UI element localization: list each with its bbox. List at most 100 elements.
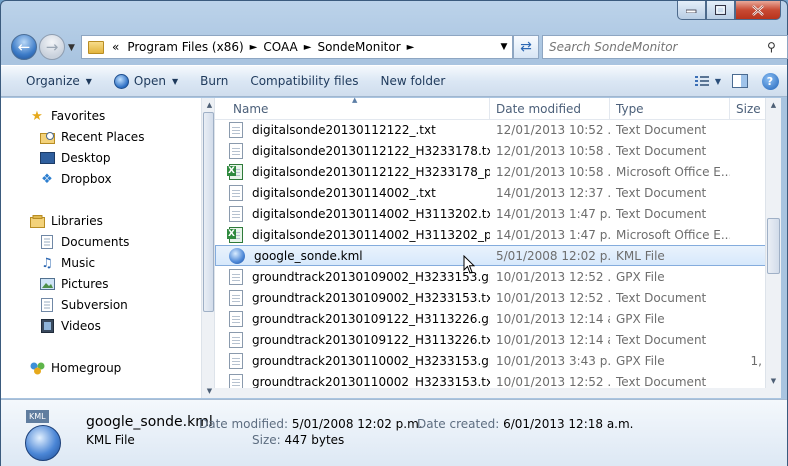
navigation-pane-scrollbar[interactable]: ▲ ▼ [201, 98, 214, 398]
back-button[interactable]: ← [11, 34, 37, 60]
column-header-type[interactable]: Type [610, 98, 730, 120]
nav-subversion-label: Subversion [61, 298, 128, 312]
nav-pictures[interactable]: Pictures [39, 274, 109, 294]
breadcrumb-separator-icon[interactable]: ► [248, 42, 260, 53]
scroll-down-icon[interactable]: ▼ [766, 377, 781, 385]
chevron-down-icon[interactable]: ▼ [172, 77, 178, 86]
file-date-modified-cell: 14/01/2013 1:47 p... [490, 207, 610, 221]
view-dropdown-icon[interactable]: ▼ [715, 77, 721, 86]
details-pane: KML google_sonde.kml KML File Date modif… [1, 399, 787, 466]
breadcrumb-sondemonitor[interactable]: SondeMonitor [313, 40, 404, 54]
file-row[interactable]: groundtrack20130109002_H3233153.txt 10/01… [215, 287, 766, 308]
file-row[interactable]: digitalsonde20130112122_H3233178_ptu....… [215, 161, 766, 182]
preview-pane-button[interactable] [729, 71, 751, 91]
details-date-modified-value[interactable]: 5/01/2008 12:02 p.m. [292, 417, 423, 431]
scroll-up-icon[interactable]: ▲ [766, 101, 781, 109]
column-header-type-label: Type [616, 102, 644, 116]
details-size-value: 447 bytes [284, 433, 345, 447]
details-filename: google_sonde.kml [86, 414, 213, 430]
navigation-pane: ★ Favorites Recent Places Desktop ❖ Drop… [1, 98, 201, 398]
column-header-name[interactable]: ▲ Name [215, 96, 490, 120]
file-name: digitalsonde20130112122_H3233178_ptu.... [252, 164, 490, 179]
details-date-created-value[interactable]: 6/01/2013 12:18 a.m. [503, 417, 633, 431]
file-date-modified: 12/01/2013 10:58 ... [496, 143, 610, 158]
change-view-button[interactable] [693, 71, 715, 91]
file-row[interactable]: digitalsonde20130112122_.txt 12/01/2013 1… [215, 119, 766, 140]
breadcrumb-program-files[interactable]: Program Files (x86) [123, 40, 247, 54]
file-type-cell: Text Document [610, 144, 730, 158]
search-icon[interactable]: ⚲ [767, 40, 787, 54]
nav-music[interactable]: ♫ Music [39, 253, 95, 273]
file-type-cell: Text Document [610, 123, 730, 137]
file-row[interactable]: digitalsonde20130114002_H3113202.txt 14/0… [215, 203, 766, 224]
file-name-cell: digitalsonde20130114002_.txt [215, 184, 490, 201]
file-date-modified: 12/01/2013 10:52 ... [496, 122, 610, 137]
file-date-modified-cell: 10/01/2013 12:52 ... [490, 270, 610, 284]
file-name: groundtrack20130109002_H3233153.gpx [252, 269, 490, 284]
column-header-size[interactable]: Size [730, 98, 766, 120]
nav-libraries-label: Libraries [51, 214, 103, 228]
nav-recent-places[interactable]: Recent Places [39, 127, 144, 147]
file-name-cell: digitalsonde20130112122_H3233178_ptu.... [215, 163, 490, 180]
file-type: GPX File [616, 311, 665, 326]
forward-button[interactable]: → [39, 34, 65, 60]
nav-favorites[interactable]: ★ Favorites [29, 106, 105, 126]
excel-file-icon [227, 163, 243, 180]
mouse-cursor-icon [463, 255, 475, 274]
address-bar[interactable]: « Program Files (x86) ► COAA ► SondeMoni… [81, 35, 513, 59]
breadcrumb-overflow[interactable]: « [108, 40, 123, 54]
subversion-icon [39, 298, 55, 312]
breadcrumb-coaa[interactable]: COAA [259, 40, 301, 54]
file-row[interactable]: digitalsonde20130112122_H3233178.txt 12/0… [215, 140, 766, 161]
recent-locations-dropdown[interactable]: ▼ [68, 43, 75, 53]
file-rows: digitalsonde20130112122_.txt 12/01/2013 1… [215, 119, 766, 392]
file-row[interactable]: digitalsonde20130114002_H3113202_ptu....… [215, 224, 766, 245]
nav-dropbox[interactable]: ❖ Dropbox [39, 169, 111, 189]
open-button[interactable]: Open ▼ [103, 73, 189, 89]
nav-subversion[interactable]: Subversion [39, 295, 128, 315]
file-name-cell: groundtrack20130109002_H3233153.gpx [215, 268, 490, 285]
file-name: groundtrack20130110002_H3233153.txt [252, 374, 490, 389]
file-list-scroll-thumb[interactable] [767, 218, 780, 274]
burn-button[interactable]: Burn [189, 74, 239, 88]
address-dropdown-icon[interactable]: ▼ [496, 42, 512, 52]
music-icon: ♫ [41, 255, 53, 271]
file-row[interactable]: groundtrack20130109122_H3113226.gpx 10/01… [215, 308, 766, 329]
maximize-icon [715, 5, 726, 15]
column-header-date[interactable]: Date modified [490, 98, 610, 120]
sort-ascending-icon: ▲ [352, 96, 358, 104]
file-name-cell: google_sonde.kml [215, 247, 490, 264]
file-row[interactable]: google_sonde.kml 5/01/2008 12:02 p.... KML… [215, 245, 766, 266]
nav-desktop[interactable]: Desktop [39, 148, 111, 168]
file-name: digitalsonde20130114002_H3113202.txt [252, 206, 490, 221]
nav-documents[interactable]: Documents [39, 232, 129, 252]
burn-label: Burn [200, 74, 229, 88]
breadcrumb-separator-icon[interactable]: ► [405, 42, 417, 53]
file-list-scrollbar[interactable]: ▲ ▼ [765, 98, 781, 388]
file-date-modified-cell: 10/01/2013 12:52 ... [490, 291, 610, 305]
search-box[interactable]: ⚲ [542, 35, 788, 59]
file-row[interactable]: groundtrack20130109002_H3233153.gpx 10/01… [215, 266, 766, 287]
new-folder-button[interactable]: New folder [370, 74, 457, 88]
file-type-cell: GPX File [610, 312, 730, 326]
nav-recent-places-label: Recent Places [61, 130, 145, 144]
maximize-button[interactable] [706, 1, 735, 20]
close-button[interactable] [735, 1, 781, 20]
file-date-modified-cell: 10/01/2013 12:52 ... [490, 375, 610, 389]
minimize-button[interactable] [677, 1, 706, 20]
file-row[interactable]: groundtrack20130109122_H3113226.txt 10/01… [215, 329, 766, 350]
nav-videos[interactable]: Videos [39, 316, 101, 336]
organize-button[interactable]: Organize ▼ [15, 74, 103, 88]
nav-homegroup[interactable]: Homegroup [29, 358, 121, 378]
horizontal-scrollbar[interactable] [214, 388, 781, 398]
file-row[interactable]: digitalsonde20130114002_.txt 14/01/2013 1… [215, 182, 766, 203]
refresh-button[interactable]: ⇄ [513, 35, 539, 59]
nav-libraries[interactable]: Libraries [29, 211, 103, 231]
search-input[interactable] [549, 40, 767, 54]
help-button[interactable]: ? [759, 71, 781, 91]
breadcrumb-separator-icon[interactable]: ► [302, 42, 314, 53]
compatibility-files-button[interactable]: Compatibility files [239, 74, 369, 88]
file-row[interactable]: groundtrack20130110002_H3233153.gpx 10/01… [215, 350, 766, 371]
navigation-pane-scroll-thumb[interactable] [203, 112, 214, 312]
details-date-created-label: Date created: [417, 417, 500, 431]
